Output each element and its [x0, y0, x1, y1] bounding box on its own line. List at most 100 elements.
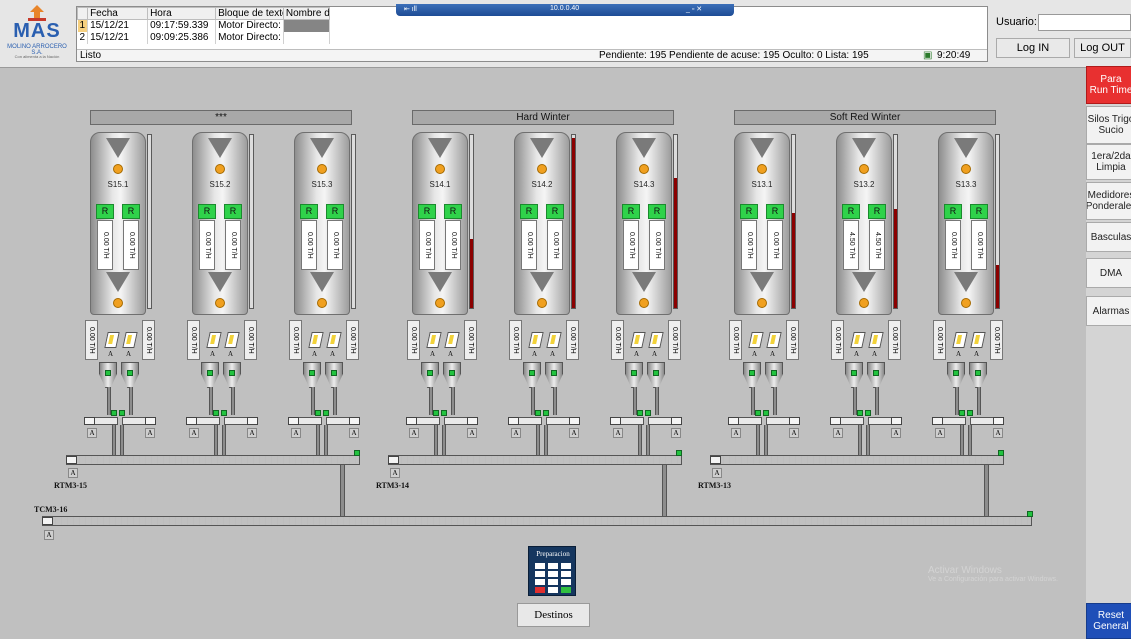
gate-valve-icon[interactable] — [630, 332, 646, 348]
gate-valve-icon[interactable] — [104, 332, 120, 348]
run-indicator[interactable]: R — [122, 204, 140, 219]
gate-valve-icon[interactable] — [224, 332, 240, 348]
destinos-button[interactable]: Destinos — [517, 603, 590, 627]
remote-connection-bar[interactable]: ⇤ ıll 10.0.0.40 _ ▫ ✕ — [396, 4, 734, 16]
gate-valve-icon[interactable] — [748, 332, 764, 348]
silo[interactable]: S15.2 R R 0.00 T/H 0.00 T/H — [192, 132, 254, 315]
feeder-gate[interactable]: A — [189, 428, 199, 438]
nav-button-5[interactable]: DMA — [1086, 258, 1131, 288]
gate-valve-icon[interactable] — [206, 332, 222, 348]
feeder-gate[interactable]: A — [671, 428, 681, 438]
col-header-hora[interactable]: Hora — [147, 7, 217, 20]
conveyor-gate[interactable]: A — [712, 468, 722, 478]
feeder-gate[interactable]: A — [409, 428, 419, 438]
run-indicator[interactable]: R — [418, 204, 436, 219]
table-row[interactable]: 1 15/12/21 09:17:59.339 Motor Directo: — [77, 19, 330, 32]
run-indicator[interactable]: R — [740, 204, 758, 219]
main-conveyor-motor-icon[interactable] — [42, 517, 53, 525]
nav-button-7[interactable]: Reset General — [1086, 603, 1131, 639]
table-row[interactable]: 2 15/12/21 09:09:25.386 Motor Directo: — [77, 31, 330, 44]
run-indicator[interactable]: R — [766, 204, 784, 219]
feeder-gate[interactable]: A — [789, 428, 799, 438]
user-input[interactable] — [1038, 14, 1131, 31]
feeder-gate[interactable]: A — [833, 428, 843, 438]
feeder-gate[interactable]: A — [349, 428, 359, 438]
col-header-bloque[interactable]: Bloque de texto — [215, 7, 284, 20]
gate-valve-icon[interactable] — [868, 332, 884, 348]
feeder-gate[interactable]: A — [467, 428, 477, 438]
feeder-gate[interactable]: A — [731, 428, 741, 438]
gate-valve-icon[interactable] — [970, 332, 986, 348]
nav-button-4[interactable]: Basculas — [1086, 222, 1131, 252]
main-conveyor[interactable] — [42, 516, 1032, 526]
run-indicator[interactable]: R — [546, 204, 564, 219]
nav-button-6[interactable]: Alarmas — [1086, 296, 1131, 326]
login-button[interactable]: Log IN — [996, 38, 1070, 58]
feeder-motor-icon[interactable] — [569, 417, 580, 425]
feeder-motor-icon[interactable] — [728, 417, 739, 425]
gate-valve-icon[interactable] — [546, 332, 562, 348]
run-indicator[interactable]: R — [648, 204, 666, 219]
feeder-gate[interactable]: A — [993, 428, 1003, 438]
preparacion-button[interactable]: Preparacion — [528, 546, 576, 596]
run-indicator[interactable]: R — [868, 204, 886, 219]
col-header-fecha[interactable]: Fecha — [87, 7, 149, 20]
group-conveyor[interactable] — [66, 455, 360, 465]
feeder-motor-icon[interactable] — [247, 417, 258, 425]
run-indicator[interactable]: R — [444, 204, 462, 219]
silo[interactable]: S15.1 R R 0.00 T/H 0.00 T/H — [90, 132, 152, 315]
run-indicator[interactable]: R — [326, 204, 344, 219]
silo[interactable]: S14.1 R R 0.00 T/H 0.00 T/H — [412, 132, 474, 315]
nav-button-1[interactable]: Silos Trigo Sucio — [1086, 106, 1131, 144]
feeder-motor-icon[interactable] — [186, 417, 197, 425]
run-indicator[interactable]: R — [300, 204, 318, 219]
run-indicator[interactable]: R — [198, 204, 216, 219]
col-header-usuario[interactable]: Nombre de usu — [282, 7, 330, 20]
feeder-gate[interactable]: A — [291, 428, 301, 438]
gate-valve-icon[interactable] — [444, 332, 460, 348]
feeder-gate[interactable]: A — [511, 428, 521, 438]
feeder-motor-icon[interactable] — [467, 417, 478, 425]
run-indicator[interactable]: R — [970, 204, 988, 219]
gate-valve-icon[interactable] — [426, 332, 442, 348]
conveyor-gate[interactable]: A — [390, 468, 400, 478]
main-conveyor-gate[interactable]: A — [44, 530, 54, 540]
conveyor-motor-icon[interactable] — [710, 456, 721, 464]
feeder-motor-icon[interactable] — [789, 417, 800, 425]
feeder-gate[interactable]: A — [935, 428, 945, 438]
feeder-motor-icon[interactable] — [932, 417, 943, 425]
feeder-gate[interactable]: A — [891, 428, 901, 438]
gate-valve-icon[interactable] — [648, 332, 664, 348]
feeder-gate[interactable]: A — [569, 428, 579, 438]
feeder-motor-icon[interactable] — [610, 417, 621, 425]
col-header-index[interactable] — [76, 7, 89, 20]
run-indicator[interactable]: R — [842, 204, 860, 219]
feeder-motor-icon[interactable] — [84, 417, 95, 425]
conveyor-gate[interactable]: A — [68, 468, 78, 478]
feeder-motor-icon[interactable] — [891, 417, 902, 425]
group-conveyor[interactable] — [710, 455, 1004, 465]
run-indicator[interactable]: R — [224, 204, 242, 219]
nav-button-3[interactable]: Medidores Ponderales — [1086, 182, 1131, 220]
gate-valve-icon[interactable] — [308, 332, 324, 348]
nav-button-2[interactable]: 1era/2da Limpia — [1086, 144, 1131, 180]
gate-valve-icon[interactable] — [850, 332, 866, 348]
gate-valve-icon[interactable] — [122, 332, 138, 348]
feeder-gate[interactable]: A — [613, 428, 623, 438]
run-indicator[interactable]: R — [622, 204, 640, 219]
window-controls[interactable]: _ ▫ ✕ — [686, 5, 702, 13]
gate-valve-icon[interactable] — [952, 332, 968, 348]
group-conveyor[interactable] — [388, 455, 682, 465]
feeder-motor-icon[interactable] — [406, 417, 417, 425]
silo[interactable]: S14.3 R R 0.00 T/H 0.00 T/H — [616, 132, 678, 315]
feeder-motor-icon[interactable] — [349, 417, 360, 425]
conveyor-motor-icon[interactable] — [66, 456, 77, 464]
silo[interactable]: S13.3 R R 0.00 T/H 0.00 T/H — [938, 132, 1000, 315]
gate-valve-icon[interactable] — [766, 332, 782, 348]
conveyor-motor-icon[interactable] — [388, 456, 399, 464]
silo[interactable]: S13.1 R R 0.00 T/H 0.00 T/H — [734, 132, 796, 315]
logout-button[interactable]: Log OUT — [1074, 38, 1131, 58]
silo[interactable]: S15.3 R R 0.00 T/H 0.00 T/H — [294, 132, 356, 315]
feeder-gate[interactable]: A — [145, 428, 155, 438]
feeder-motor-icon[interactable] — [288, 417, 299, 425]
